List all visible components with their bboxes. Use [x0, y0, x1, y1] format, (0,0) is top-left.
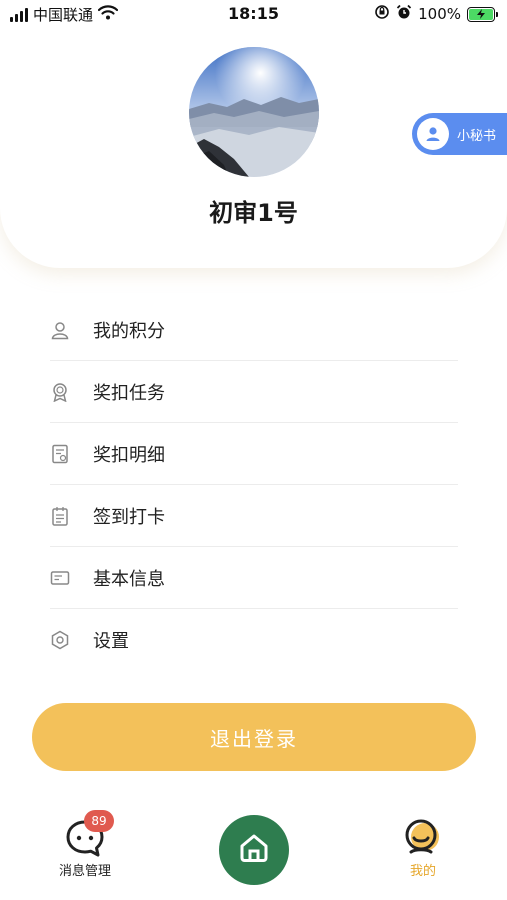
menu-item-points[interactable]: 我的积分: [50, 299, 458, 361]
orientation-lock-icon: [374, 4, 390, 24]
menu-item-label: 我的积分: [93, 320, 165, 342]
document-icon: [50, 444, 70, 464]
menu-item-settings[interactable]: 设置: [50, 609, 458, 671]
smile-face-icon: [397, 818, 449, 858]
username: 初审1号: [209, 199, 298, 227]
menu-item-reward-tasks[interactable]: 奖扣任务: [50, 361, 458, 423]
award-icon: [50, 382, 70, 402]
secretary-label: 小秘书: [457, 128, 497, 144]
menu-item-reward-details[interactable]: 奖扣明细: [50, 423, 458, 485]
secretary-button[interactable]: 小秘书: [412, 113, 507, 155]
nav-messages-label: 消息管理: [58, 864, 111, 879]
logout-button[interactable]: 退出登录: [32, 703, 476, 771]
menu-item-label: 基本信息: [93, 568, 165, 590]
alarm-icon: [396, 4, 412, 24]
nav-mine-label: 我的: [409, 864, 436, 879]
avatar[interactable]: [189, 47, 319, 177]
nav-mine[interactable]: 我的: [397, 818, 449, 879]
id-card-icon: [50, 568, 70, 588]
bottom-nav: 89 消息管理 我的: [0, 800, 507, 900]
battery-percent: 100%: [418, 5, 461, 23]
battery-icon: [467, 6, 498, 22]
user-icon: [417, 118, 449, 150]
nav-home-button[interactable]: [219, 815, 289, 885]
home-icon: [237, 831, 271, 869]
menu-item-label: 签到打卡: [93, 506, 165, 528]
menu-item-check-in[interactable]: 签到打卡: [50, 485, 458, 547]
nav-messages[interactable]: 89 消息管理: [50, 810, 120, 879]
menu-item-label: 设置: [93, 631, 129, 652]
menu-item-label: 奖扣明细: [93, 444, 165, 466]
menu-item-basic-info[interactable]: 基本信息: [50, 547, 458, 609]
unread-badge: 89: [84, 810, 114, 832]
calendar-icon: [50, 506, 70, 526]
status-bar: 中国联通 18:15 100%: [0, 0, 507, 30]
profile-header: 初审1号 小秘书: [0, 0, 507, 268]
settings-icon: [50, 630, 70, 650]
menu-item-label: 奖扣任务: [93, 382, 165, 404]
profile-menu: 我的积分 奖扣任务 奖扣明细 签到打卡 基本信息 设置: [50, 299, 458, 671]
user-icon: [50, 320, 70, 340]
